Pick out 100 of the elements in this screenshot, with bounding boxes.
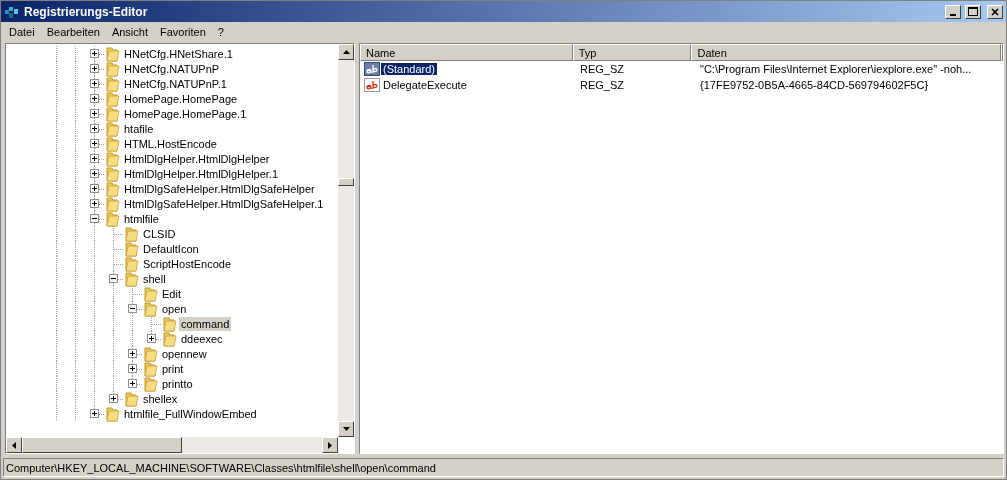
folder-icon	[161, 315, 177, 332]
expand-icon[interactable]	[90, 94, 99, 103]
expand-icon[interactable]	[90, 124, 99, 133]
tree-item[interactable]: command	[179, 316, 232, 331]
tree-item[interactable]: HtmlDlgSafeHelper.HtmlDlgSafeHelper	[122, 181, 317, 196]
tree-item[interactable]: CLSID	[141, 226, 178, 241]
folder-icon	[123, 225, 139, 242]
folder-icon	[104, 150, 120, 167]
value-name[interactable]: DelegateExecute	[381, 79, 469, 91]
expand-icon[interactable]	[90, 184, 99, 193]
maximize-button[interactable]	[965, 4, 981, 19]
folder-icon	[142, 300, 158, 317]
down-arrow-icon	[342, 427, 350, 431]
expand-icon[interactable]	[128, 379, 137, 388]
folder-icon	[123, 390, 139, 407]
folder-icon	[104, 45, 120, 62]
string-value-icon	[364, 62, 380, 76]
expand-icon[interactable]	[147, 334, 156, 343]
tree-item[interactable]: open	[160, 301, 189, 316]
folder-icon	[104, 90, 120, 107]
collapse-icon[interactable]	[90, 214, 99, 223]
menu-item[interactable]: Favoriten	[154, 25, 212, 38]
scroll-left-button[interactable]	[6, 437, 22, 453]
tree-item[interactable]: HomePage.HomePage	[122, 91, 240, 106]
tree-item[interactable]: print	[160, 361, 186, 376]
tree-item[interactable]: HNetCfg.HNetShare.1	[122, 46, 235, 61]
expand-icon[interactable]	[90, 109, 99, 118]
close-icon	[991, 7, 999, 16]
expand-icon[interactable]	[128, 364, 137, 373]
status-bar: Computer\HKEY_LOCAL_MACHINE\SOFTWARE\Classes\htmlfile\shell\open\command	[3, 458, 1004, 477]
tree-item[interactable]: HtmlDlgHelper.HtmlDlgHelper	[122, 151, 272, 166]
folder-icon	[104, 105, 120, 122]
value-name[interactable]: (Standard)	[381, 63, 437, 75]
tree-item[interactable]: HomePage.HomePage.1	[122, 106, 249, 121]
tree-item[interactable]: printto	[160, 376, 195, 391]
scroll-down-button[interactable]	[338, 421, 354, 437]
folder-icon	[104, 75, 120, 92]
expand-icon[interactable]	[90, 49, 99, 58]
tree-item[interactable]: HtmlDlgSafeHelper.HtmlDlgSafeHelper.1	[122, 196, 326, 211]
string-value-icon	[364, 78, 380, 92]
window-title: Registrierungs-Editor	[24, 4, 149, 19]
expand-icon[interactable]	[90, 154, 99, 163]
tree-item[interactable]: opennew	[160, 346, 209, 361]
tree-item[interactable]: HNetCfg.NATUPnP	[122, 61, 222, 76]
table-cell-text: "C:\Program Files\Internet Explorer\iexplore.exe" -noh...	[699, 63, 973, 75]
table-cell-text: REG_SZ	[579, 63, 625, 75]
maximize-icon	[968, 7, 978, 16]
tree-item[interactable]: HNetCfg.NATUPnP.1	[122, 76, 229, 91]
collapse-icon[interactable]	[109, 274, 118, 283]
folder-icon	[123, 270, 139, 287]
menu-item[interactable]: Bearbeiten	[40, 25, 106, 38]
scroll-right-button[interactable]	[322, 437, 338, 453]
folder-icon	[142, 285, 158, 302]
table-cell-text: {17FE9752-0B5A-4665-84CD-569794602F5C}	[699, 79, 930, 91]
folder-icon	[142, 360, 158, 377]
expand-icon[interactable]	[90, 64, 99, 73]
folder-icon	[123, 240, 139, 257]
scroll-thumb[interactable]	[22, 437, 182, 453]
tree-item[interactable]: shellex	[141, 391, 180, 406]
menu-item[interactable]: Ansicht	[105, 25, 154, 38]
tree-item[interactable]: htmlfile_FullWindowEmbed	[122, 406, 259, 421]
up-arrow-icon	[342, 50, 350, 54]
tree-item[interactable]: Edit	[160, 286, 183, 301]
folder-icon	[104, 210, 120, 227]
scroll-up-button[interactable]	[338, 44, 354, 60]
folder-icon	[104, 180, 120, 197]
column-header[interactable]: Daten	[691, 44, 1001, 61]
expand-icon[interactable]	[90, 139, 99, 148]
horizontal-scrollbar[interactable]	[6, 437, 338, 453]
expand-icon[interactable]	[109, 394, 118, 403]
folder-icon	[104, 60, 120, 77]
menu-item[interactable]: ?	[211, 25, 230, 38]
folder-icon	[104, 195, 120, 212]
expand-icon[interactable]	[90, 409, 99, 418]
column-header[interactable]: Typ	[572, 44, 692, 61]
left-arrow-icon	[12, 441, 16, 449]
tree-item[interactable]: htafile	[122, 121, 156, 136]
tree-item[interactable]: ScriptHostEncode	[141, 256, 234, 271]
right-arrow-icon	[328, 441, 332, 449]
menu-item[interactable]: Datei	[3, 25, 41, 38]
expand-icon[interactable]	[128, 349, 137, 358]
tree-item[interactable]: shell	[141, 271, 168, 286]
tree-item[interactable]: htmlfile	[122, 211, 161, 226]
column-header[interactable]: Name	[360, 44, 573, 61]
tree-item[interactable]: ddeexec	[179, 331, 225, 346]
folder-icon	[161, 330, 177, 347]
expand-icon[interactable]	[90, 169, 99, 178]
tree-item[interactable]: HTML.HostEncode	[122, 136, 219, 151]
scroll-thumb[interactable]	[338, 178, 354, 186]
expand-icon[interactable]	[90, 199, 99, 208]
vertical-scrollbar[interactable]	[338, 44, 354, 437]
tree-item[interactable]: HtmlDlgHelper.HtmlDlgHelper.1	[122, 166, 281, 181]
close-button[interactable]	[987, 4, 1003, 19]
table-cell-text: REG_SZ	[579, 79, 625, 91]
folder-icon	[142, 375, 158, 392]
folder-icon	[104, 120, 120, 137]
collapse-icon[interactable]	[128, 304, 137, 313]
expand-icon[interactable]	[90, 79, 99, 88]
tree-item[interactable]: DefaultIcon	[141, 241, 201, 256]
minimize-button[interactable]	[945, 4, 961, 19]
